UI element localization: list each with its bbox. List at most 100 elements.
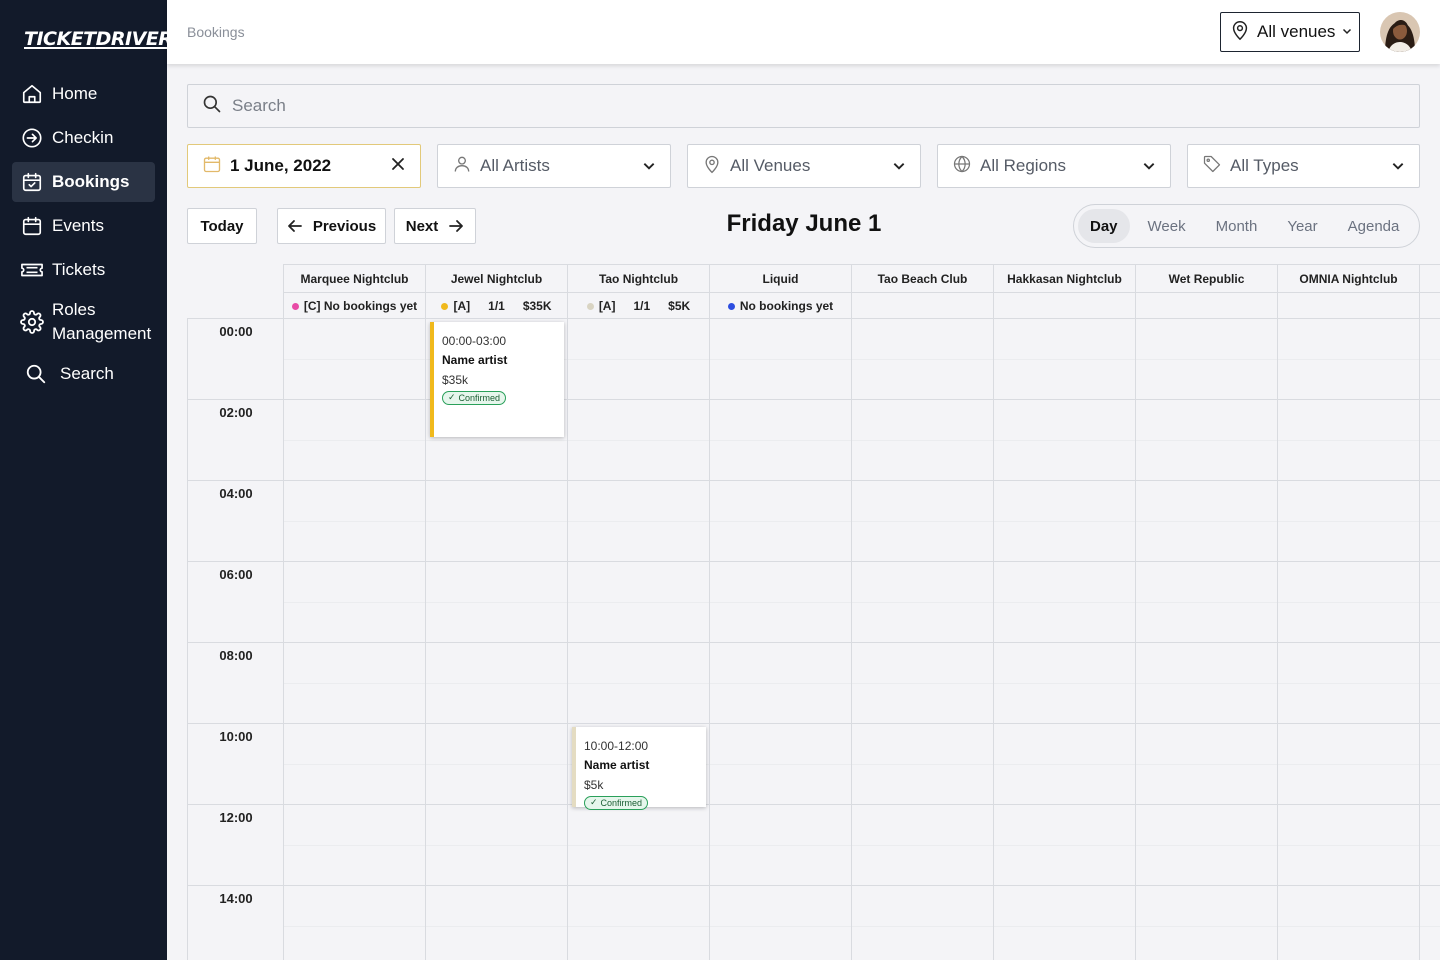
sidebar-item-events[interactable]: Events bbox=[12, 206, 155, 246]
time-label: 08:00 bbox=[219, 648, 253, 663]
half-gridline bbox=[283, 520, 1440, 522]
artists-filter[interactable]: All Artists bbox=[437, 144, 671, 188]
venue-column-divider bbox=[993, 319, 994, 960]
view-week-button[interactable]: Week bbox=[1136, 209, 1198, 243]
calendar-date-title: Friday June 1 bbox=[726, 210, 882, 237]
sidebar-nav: Home Checkin Bookings Events Tickets Rol… bbox=[12, 74, 155, 398]
venue-column-header: Wet Republic bbox=[1135, 264, 1277, 319]
venue-select-value: All venues bbox=[1257, 22, 1336, 41]
sidebar-item-bookings[interactable]: Bookings bbox=[12, 162, 155, 202]
venue-name[interactable]: Liquid bbox=[710, 265, 851, 293]
sidebar-item-label: Home bbox=[52, 84, 98, 103]
search-input[interactable] bbox=[232, 96, 1332, 116]
types-filter[interactable]: All Types bbox=[1187, 144, 1420, 188]
venue-summary: [A] 1/1 $35K bbox=[426, 293, 567, 319]
clear-date-button[interactable] bbox=[390, 156, 406, 177]
today-label: Today bbox=[200, 217, 244, 235]
hour-gridline bbox=[187, 561, 1440, 562]
booking-event-card[interactable]: 10:00-12:00 Name artist $5k ✓ Confirmed bbox=[572, 727, 706, 810]
venues-filter[interactable]: All Venues bbox=[687, 144, 921, 188]
venue-summary bbox=[994, 293, 1135, 319]
venue-column-headers: Marquee Nightclub [C] No bookings yet Je… bbox=[283, 264, 1440, 319]
arrow-right-icon bbox=[448, 218, 464, 234]
event-time: 10:00-12:00 bbox=[584, 739, 649, 753]
location-pin-icon bbox=[1229, 19, 1251, 46]
venue-summary-count: 1/1 bbox=[633, 299, 651, 313]
view-day-button[interactable]: Day bbox=[1078, 209, 1130, 243]
user-avatar[interactable] bbox=[1380, 12, 1420, 52]
view-year-button[interactable]: Year bbox=[1275, 209, 1329, 243]
chevron-down-icon bbox=[642, 159, 656, 173]
venue-name[interactable]: Marquee Nightclub bbox=[284, 265, 425, 293]
artists-filter-value: All Artists bbox=[480, 156, 550, 175]
time-grid[interactable]: 00:00 02:00 04:00 06:00 08:00 10:00 12:0… bbox=[187, 318, 1440, 960]
venue-name[interactable]: OMNIA Nightclub bbox=[1278, 265, 1419, 293]
gear-icon bbox=[20, 310, 44, 334]
ticket-icon bbox=[20, 258, 44, 282]
venue-name bbox=[1420, 265, 1440, 293]
venue-name[interactable]: Jewel Nightclub bbox=[426, 265, 567, 293]
chevron-down-icon bbox=[1341, 22, 1353, 42]
sidebar-item-home[interactable]: Home bbox=[12, 74, 155, 114]
venue-column-divider bbox=[1277, 319, 1278, 960]
view-agenda-button[interactable]: Agenda bbox=[1336, 209, 1412, 243]
status-badge: ✓ Confirmed bbox=[442, 390, 507, 405]
sidebar-item-search[interactable]: Search bbox=[12, 354, 155, 394]
chevron-down-icon bbox=[1142, 159, 1156, 173]
event-price: $35k bbox=[442, 373, 469, 387]
today-button[interactable]: Today bbox=[187, 208, 257, 244]
venue-column-divider bbox=[709, 319, 710, 960]
event-color-bar bbox=[430, 322, 434, 437]
venue-column-header: Marquee Nightclub [C] No bookings yet bbox=[283, 264, 425, 319]
time-column: 00:00 02:00 04:00 06:00 08:00 10:00 12:0… bbox=[187, 319, 283, 960]
view-month-button[interactable]: Month bbox=[1204, 209, 1270, 243]
status-text: Confirmed bbox=[458, 392, 501, 403]
sidebar-item-label: Bookings bbox=[52, 172, 130, 191]
ticketdriver-logo[interactable]: TICKETDRIVER bbox=[24, 28, 173, 50]
venues-filter-value: All Venues bbox=[730, 156, 811, 175]
venue-name[interactable]: Tao Beach Club bbox=[852, 265, 993, 293]
venue-summary-amount: $35K bbox=[522, 299, 552, 313]
event-time: 00:00-03:00 bbox=[442, 334, 507, 348]
event-artist-name: Name artist bbox=[442, 353, 508, 367]
half-gridline bbox=[283, 925, 1440, 927]
half-gridline bbox=[283, 601, 1440, 603]
previous-label: Previous bbox=[312, 217, 377, 235]
regions-filter[interactable]: All Regions bbox=[937, 144, 1171, 188]
time-label: 14:00 bbox=[219, 891, 253, 906]
venue-name[interactable]: Wet Republic bbox=[1136, 265, 1277, 293]
status-badge: ✓ Confirmed bbox=[584, 795, 649, 810]
venue-name[interactable]: Tao Nightclub bbox=[568, 265, 709, 293]
venue-column-header: Liquid No bookings yet bbox=[709, 264, 851, 319]
day-calendar: Marquee Nightclub [C] No bookings yet Je… bbox=[187, 264, 1440, 960]
hour-gridline bbox=[187, 804, 1440, 805]
sidebar-item-label: Events bbox=[52, 216, 104, 235]
sidebar-item-tickets[interactable]: Tickets bbox=[12, 250, 155, 290]
previous-button[interactable]: Previous bbox=[277, 208, 386, 244]
next-label: Next bbox=[405, 217, 439, 235]
venue-name[interactable]: Hakkasan Nightclub bbox=[994, 265, 1135, 293]
venue-summary-text: No bookings yet bbox=[739, 299, 834, 313]
topbar: Bookings All venues bbox=[167, 0, 1440, 64]
venue-column-header: OMNIA Nightclub bbox=[1277, 264, 1419, 319]
sidebar-item-checkin[interactable]: Checkin bbox=[12, 118, 155, 158]
half-gridline bbox=[283, 439, 1440, 441]
status-text: Confirmed bbox=[600, 797, 643, 808]
time-label: 02:00 bbox=[219, 405, 253, 420]
sidebar-item-roles-management[interactable]: Roles Management bbox=[12, 294, 155, 350]
booking-event-card[interactable]: 00:00-03:00 Name artist $35k ✓ Confirmed bbox=[430, 322, 564, 437]
venue-summary bbox=[852, 293, 993, 319]
next-button[interactable]: Next bbox=[394, 208, 476, 244]
venue-column-divider bbox=[1135, 319, 1136, 960]
status-dot bbox=[727, 302, 735, 310]
venue-column-header: Tao Nightclub [A] 1/1 $5K bbox=[567, 264, 709, 319]
breadcrumb[interactable]: Bookings bbox=[187, 24, 245, 40]
venue-column-divider bbox=[283, 319, 284, 960]
sidebar-item-label: Checkin bbox=[52, 128, 114, 147]
search-bar bbox=[187, 84, 1420, 128]
venue-summary-amount: $5K bbox=[668, 299, 691, 313]
date-filter[interactable]: 1 June, 2022 bbox=[187, 144, 421, 188]
venue-summary: [C] No bookings yet bbox=[284, 293, 425, 319]
check-icon: ✓ bbox=[590, 797, 598, 807]
venue-select[interactable]: All venues bbox=[1220, 12, 1360, 52]
